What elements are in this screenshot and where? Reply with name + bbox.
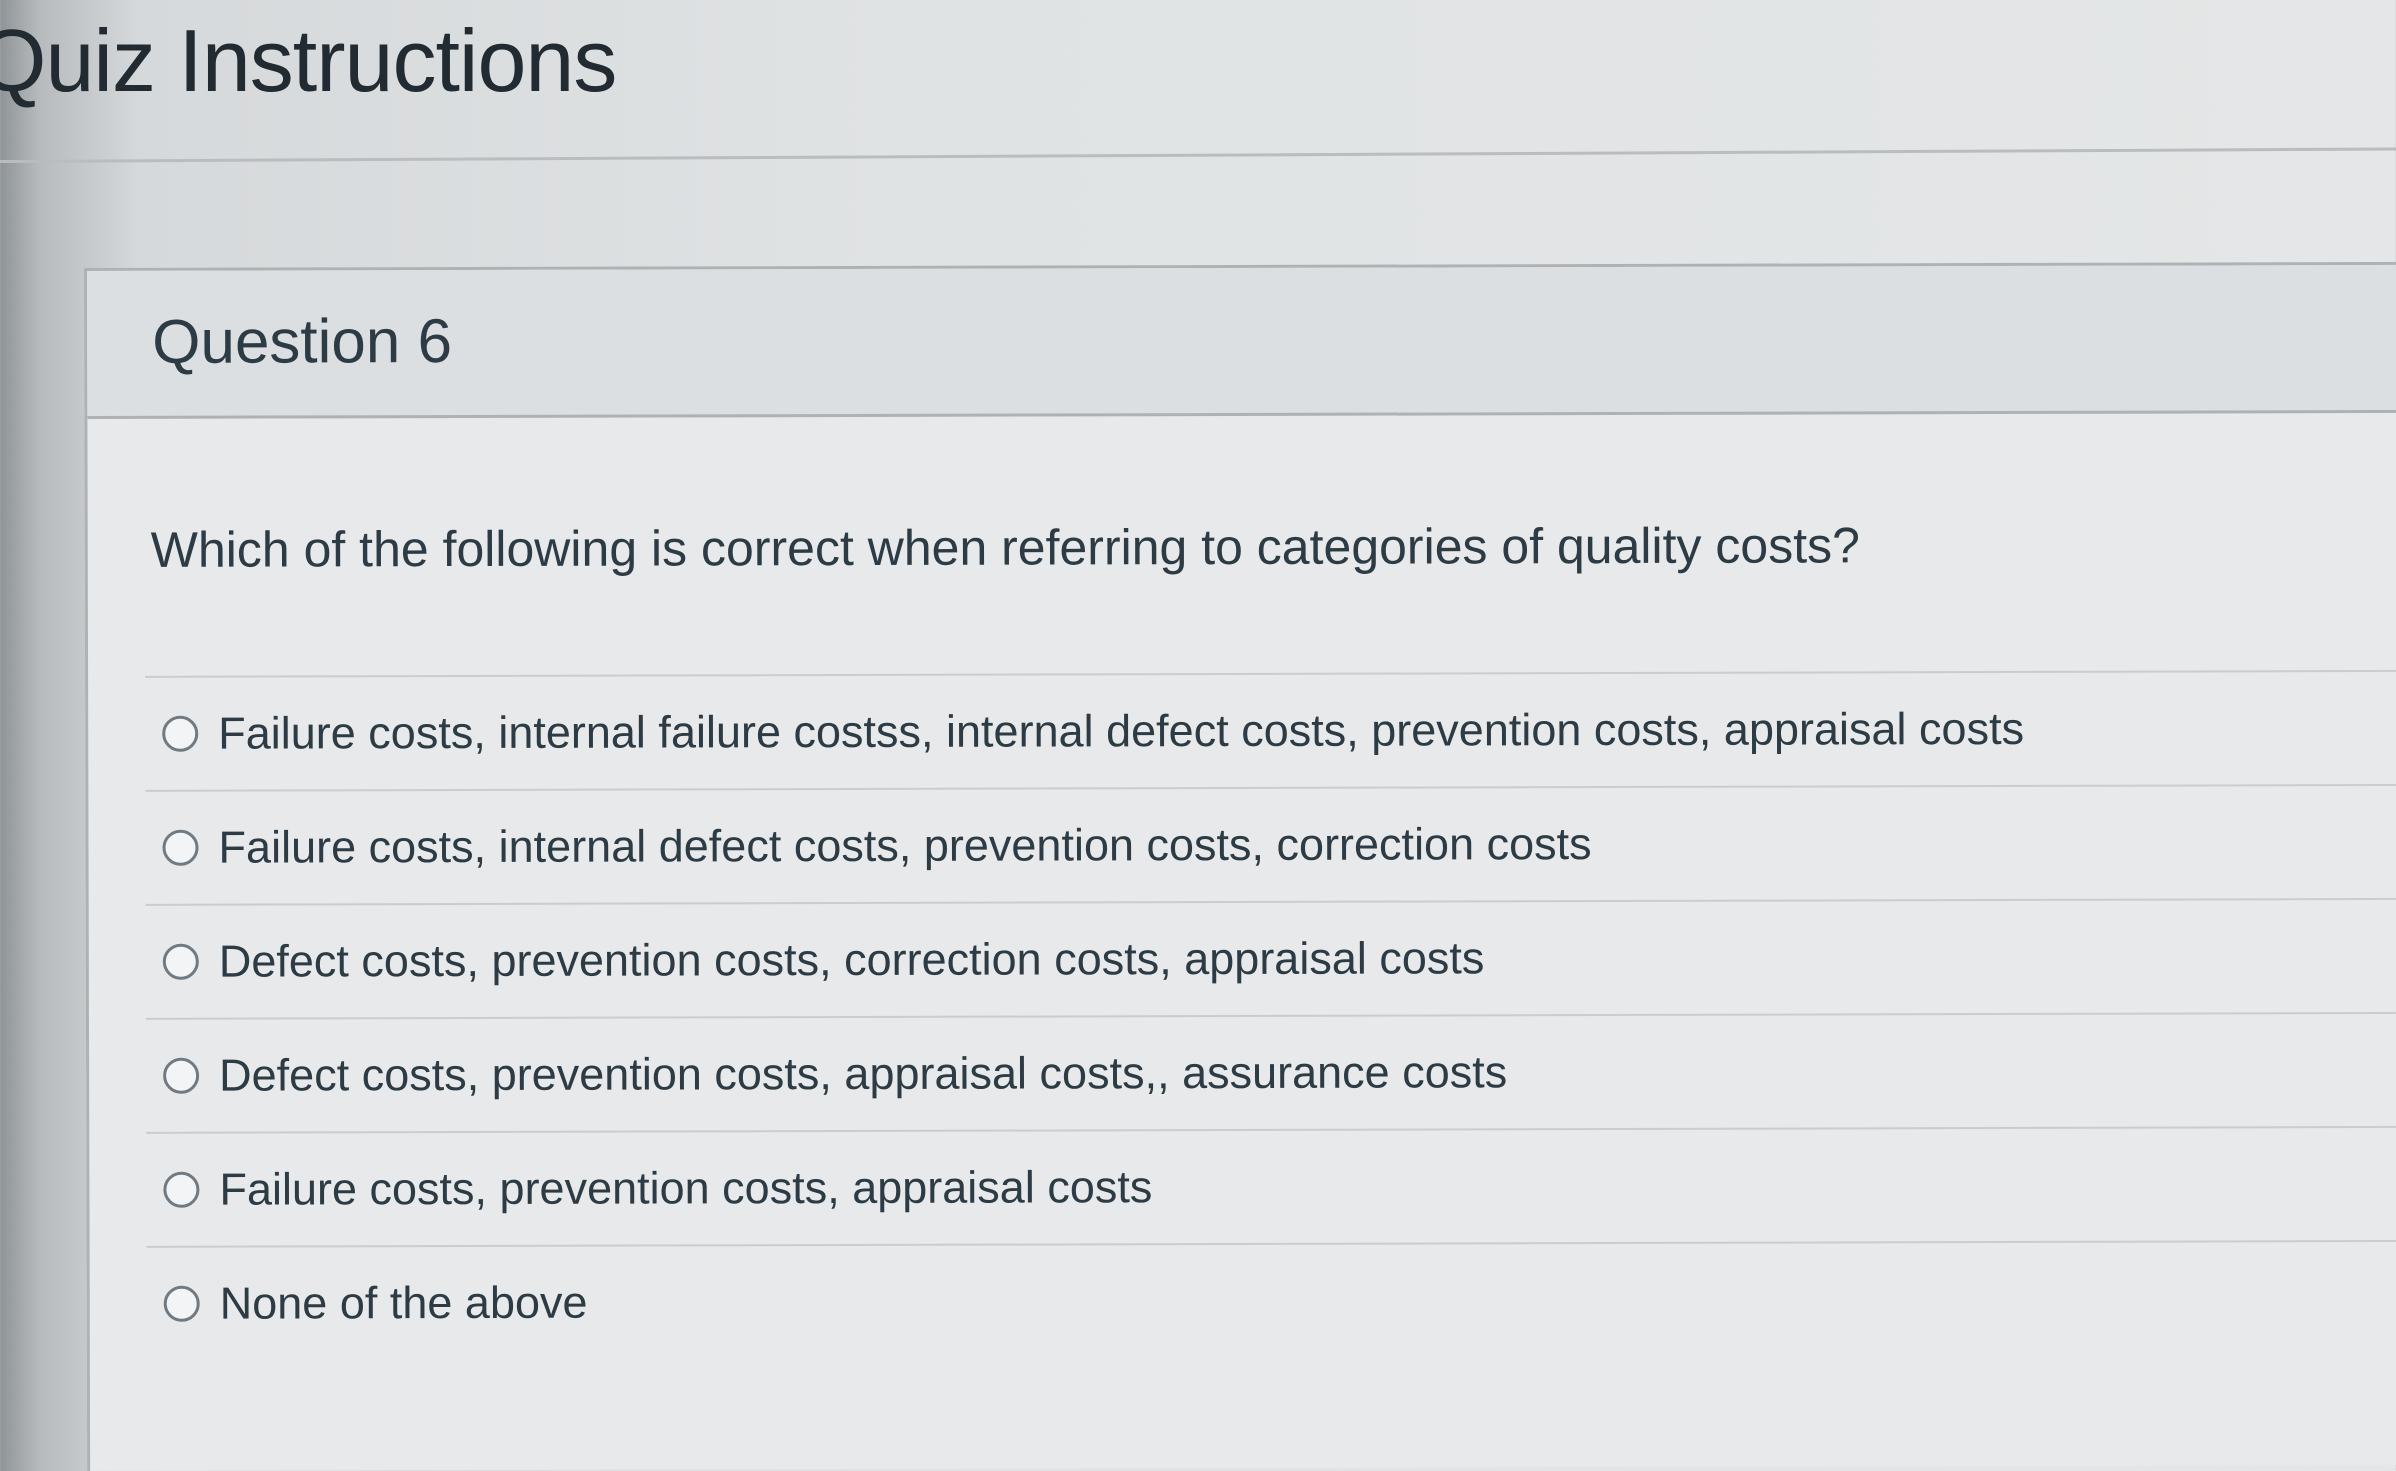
answer-label[interactable]: Failure costs, internal failure costss, … — [218, 703, 2024, 760]
answer-label[interactable]: None of the above — [220, 1277, 588, 1330]
answer-option-1[interactable]: Failure costs, internal failure costss, … — [145, 669, 2396, 790]
answer-list: Failure costs, internal failure costss, … — [145, 669, 2396, 1360]
radio-button[interactable] — [162, 943, 199, 980]
answer-option-3[interactable]: Defect costs, prevention costs, correcti… — [145, 897, 2396, 1018]
radio-button[interactable] — [162, 829, 199, 866]
question-text: Which of the following is correct when r… — [150, 517, 1860, 578]
answer-label[interactable]: Defect costs, prevention costs, appraisa… — [219, 1046, 1507, 1101]
answer-label[interactable]: Failure costs, prevention costs, apprais… — [219, 1161, 1152, 1215]
answer-option-5[interactable]: Failure costs, prevention costs, apprais… — [146, 1125, 2396, 1246]
answer-option-6[interactable]: None of the above — [146, 1239, 2396, 1360]
answer-label[interactable]: Defect costs, prevention costs, correcti… — [219, 932, 1485, 987]
question-header: Question 6 — [87, 264, 2396, 419]
title-divider — [0, 147, 2396, 163]
answer-option-2[interactable]: Failure costs, internal defect costs, pr… — [145, 783, 2396, 904]
answer-option-4[interactable]: Defect costs, prevention costs, appraisa… — [145, 1011, 2396, 1132]
radio-button[interactable] — [163, 1285, 200, 1322]
answer-label[interactable]: Failure costs, internal defect costs, pr… — [218, 818, 1591, 874]
question-number: Question 6 — [152, 307, 453, 377]
radio-button[interactable] — [163, 1057, 200, 1094]
radio-button[interactable] — [162, 715, 199, 752]
page-title: Quiz Instructions — [0, 11, 617, 110]
radio-button[interactable] — [163, 1171, 200, 1208]
question-card: Question 6 Which of the following is cor… — [84, 261, 2396, 1471]
